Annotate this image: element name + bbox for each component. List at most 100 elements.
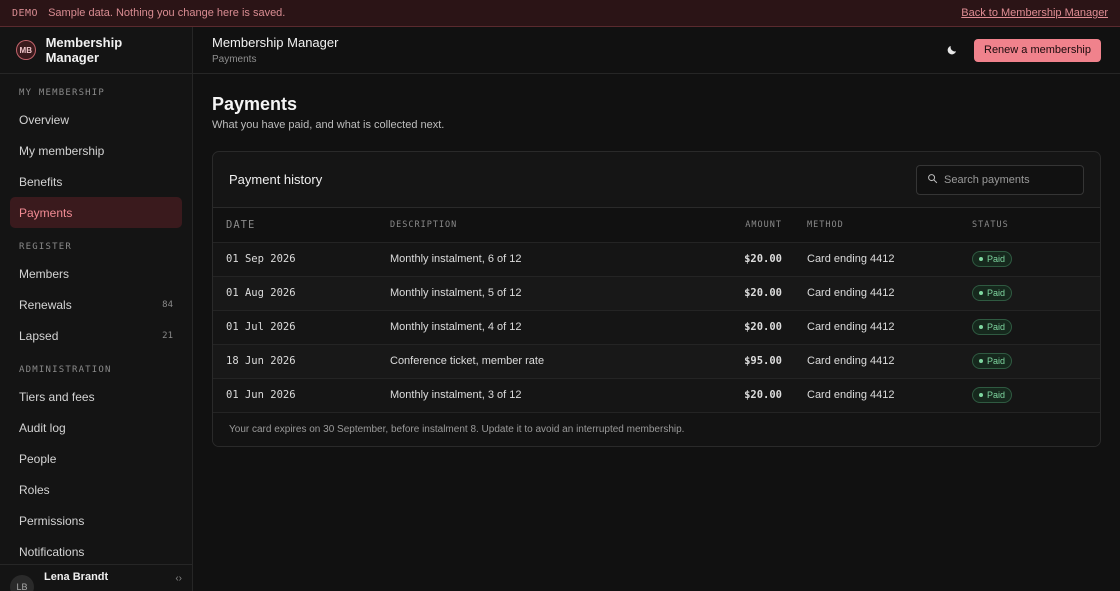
sidebar-item-label: Roles (19, 482, 50, 497)
col-header-date[interactable]: DATE (213, 208, 390, 243)
sidebar-item-count: 21 (162, 330, 173, 341)
avatar: LB (10, 575, 34, 591)
sidebar-item-count: 84 (162, 299, 173, 310)
status-label: Paid (987, 390, 1006, 400)
status-badge: Paid (972, 285, 1013, 301)
demo-banner-text: Sample data. Nothing you change here is … (48, 7, 286, 19)
search-input[interactable] (944, 173, 1074, 186)
breadcrumb[interactable]: Payments (212, 54, 338, 65)
cell-method: Card ending 4412 (782, 310, 972, 345)
table-row[interactable]: 01 Jul 2026 Monthly instalment, 4 of 12 $2… (213, 310, 1100, 345)
sidebar-item-lapsed[interactable]: Lapsed 21 (10, 320, 182, 351)
status-dot-icon (979, 257, 983, 261)
status-badge: Paid (972, 319, 1013, 335)
card-expiry-note: Your card expires on 30 September, befor… (213, 412, 1100, 446)
brand[interactable]: MB Membership Manager (0, 27, 192, 74)
col-header-status[interactable]: STATUS (972, 208, 1100, 243)
cell-status: Paid (972, 378, 1100, 413)
sidebar-item-label: Members (19, 266, 70, 281)
sidebar-item-label: Notifications (19, 544, 85, 559)
cell-amount: $20.00 (690, 310, 782, 345)
sidebar-nav: MY MEMBERSHIP Overview My membership Benefi… (0, 88, 192, 567)
sidebar-item-renewals[interactable]: Renewals 84 (10, 289, 182, 320)
status-label: Paid (987, 254, 1006, 264)
sidebar-item-roles[interactable]: Roles (10, 474, 182, 505)
status-badge: Paid (972, 251, 1013, 267)
cell-description: Monthly instalment, 6 of 12 (390, 242, 690, 277)
table-row[interactable]: 01 Aug 2026 Monthly instalment, 5 of 12 $2… (213, 276, 1100, 311)
sidebar-item-label: Overview (19, 112, 70, 127)
cell-method: Card ending 4412 (782, 378, 972, 413)
sidebar-item-my-membership[interactable]: My membership (10, 135, 182, 166)
search-box[interactable] (916, 164, 1084, 195)
sidebar-item-label: Tiers and fees (19, 389, 95, 404)
demo-tag: DEMO (12, 7, 39, 19)
col-header-description[interactable]: DESCRIPTION (390, 208, 690, 243)
brand-name: Membership Manager (45, 35, 123, 65)
renew-membership-button[interactable]: Renew a membership (974, 38, 1101, 62)
search-icon (927, 171, 938, 189)
moon-icon[interactable] (944, 42, 960, 58)
sidebar-item-tiers-and-fees[interactable]: Tiers and fees (10, 381, 182, 412)
cell-method: Card ending 4412 (782, 242, 972, 277)
cell-date: 01 Jul 2026 (213, 310, 390, 345)
sidebar-item-permissions[interactable]: Permissions (10, 505, 182, 536)
user-name: Lena Brandt (44, 571, 109, 583)
table-row[interactable]: 18 Jun 2026 Conference ticket, member rat… (213, 344, 1100, 379)
sidebar-item-label: People (19, 451, 57, 466)
sidebar-item-notifications[interactable]: Notifications (10, 536, 182, 567)
table-row[interactable]: 01 Jun 2026 Monthly instalment, 3 of 12 $2… (213, 378, 1100, 413)
sidebar-item-members[interactable]: Members (10, 258, 182, 289)
topbar: Membership Manager Payments Renew a memb… (193, 27, 1120, 74)
cell-status: Paid (972, 242, 1100, 277)
table-header-row: DATE DESCRIPTION AMOUNT METHOD STATUS (213, 208, 1100, 243)
col-header-method[interactable]: METHOD (782, 208, 972, 243)
cell-status: Paid (972, 276, 1100, 311)
cell-amount: $95.00 (690, 344, 782, 379)
user-menu[interactable]: LB Lena Brandt ‹› (0, 564, 192, 591)
sidebar-section-label: REGISTER (19, 242, 72, 252)
cell-method: Card ending 4412 (782, 276, 972, 311)
cell-description: Conference ticket, member rate (390, 344, 690, 379)
payment-history-card: Payment history DATE DESCRIPTION AMOUNT (212, 151, 1101, 447)
sidebar-item-label: Lapsed (19, 328, 59, 343)
status-badge: Paid (972, 353, 1013, 369)
sidebar-item-benefits[interactable]: Benefits (10, 166, 182, 197)
cell-description: Monthly instalment, 4 of 12 (390, 310, 690, 345)
sidebar-item-audit-log[interactable]: Audit log (10, 412, 182, 443)
sidebar-item-label: Permissions (19, 513, 85, 528)
cell-amount: $20.00 (690, 242, 782, 277)
col-header-amount[interactable]: AMOUNT (690, 208, 782, 243)
sidebar-section-label: ADMINISTRATION (19, 365, 112, 375)
cell-date: 01 Aug 2026 (213, 276, 390, 311)
cell-date: 01 Jun 2026 (213, 378, 390, 413)
status-dot-icon (979, 359, 983, 363)
table-row[interactable]: 01 Sep 2026 Monthly instalment, 6 of 12 $2… (213, 242, 1100, 277)
cell-method: Card ending 4412 (782, 344, 972, 379)
card-title: Payment history (229, 172, 323, 187)
cell-amount: $20.00 (690, 276, 782, 311)
app-title: Membership Manager (212, 35, 339, 50)
page-title: Payments (212, 94, 298, 114)
status-dot-icon (979, 291, 983, 295)
chevron-icon: ‹› (175, 573, 182, 584)
demo-banner: DEMO Sample data. Nothing you change her… (0, 0, 1120, 27)
sidebar-item-people[interactable]: People (10, 443, 182, 474)
status-label: Paid (987, 356, 1006, 366)
sidebar-item-label: Audit log (19, 420, 66, 435)
sidebar-item-payments[interactable]: Payments (10, 197, 182, 228)
status-dot-icon (979, 325, 983, 329)
sidebar-item-label: Payments (19, 205, 73, 220)
sidebar-item-label: Benefits (19, 174, 63, 189)
back-to-app-link[interactable]: Back to Membership Manager (961, 7, 1108, 19)
cell-date: 18 Jun 2026 (213, 344, 390, 379)
status-dot-icon (979, 393, 983, 397)
cell-status: Paid (972, 310, 1100, 345)
cell-description: Monthly instalment, 5 of 12 (390, 276, 690, 311)
payments-table: DATE DESCRIPTION AMOUNT METHOD STATUS 01… (213, 208, 1100, 413)
cell-amount: $20.00 (690, 378, 782, 413)
page-content: Payments What you have paid, and what is… (193, 74, 1120, 467)
cell-description: Monthly instalment, 3 of 12 (390, 378, 690, 413)
sidebar-item-overview[interactable]: Overview (10, 104, 182, 135)
cell-date: 01 Sep 2026 (213, 242, 390, 277)
